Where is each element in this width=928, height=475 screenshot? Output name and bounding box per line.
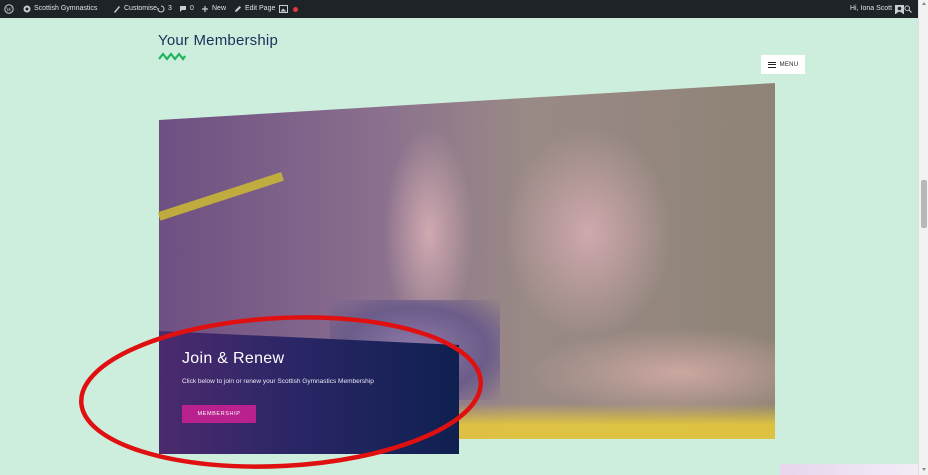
image-icon: [279, 5, 288, 13]
cta-description: Click below to join or renew your Scotti…: [182, 378, 374, 385]
zigzag-divider: [158, 52, 186, 61]
menu-button[interactable]: MENU: [761, 55, 805, 74]
updates-count: 3: [168, 5, 172, 12]
svg-text:W: W: [6, 7, 12, 13]
hero-ribbon: [158, 172, 284, 221]
menu-icon: [767, 61, 776, 68]
admin-bar: W Scottish Gymnastics Customise 3 0 New …: [0, 0, 918, 18]
greeting-label: Hi, Iona Scott: [850, 5, 893, 12]
edit-page-label: Edit Page: [245, 5, 276, 12]
edit-page-link[interactable]: Edit Page: [234, 0, 275, 18]
comments-icon: [180, 6, 186, 12]
pencil-icon: [235, 6, 241, 12]
customise-link[interactable]: Customise: [113, 0, 157, 18]
scroll-down-icon[interactable]: [922, 468, 926, 471]
customise-label: Customise: [124, 5, 158, 12]
new-link[interactable]: New: [201, 0, 226, 18]
wordpress-icon: W: [4, 4, 14, 14]
page-frame: W Scottish Gymnastics Customise 3 0 New …: [0, 0, 918, 475]
image-link[interactable]: [279, 0, 288, 18]
site-name-link[interactable]: Scottish Gymnastics: [23, 0, 97, 18]
avatar-icon: [895, 4, 905, 14]
page-title: Your Membership: [158, 32, 279, 49]
footer-strip: [780, 464, 918, 475]
cta-title: Join & Renew: [182, 350, 285, 367]
page-scrollbar[interactable]: [918, 0, 928, 475]
dashboard-icon: [23, 5, 31, 13]
new-label: New: [212, 5, 227, 12]
scroll-thumb[interactable]: [921, 180, 927, 228]
site-name: Scottish Gymnastics: [34, 5, 98, 12]
menu-label: MENU: [779, 61, 799, 68]
record-icon: [293, 6, 298, 12]
wordpress-menu[interactable]: W: [4, 0, 14, 18]
plus-icon: [202, 6, 208, 12]
join-renew-card: Join & Renew Click below to join or rene…: [159, 331, 459, 454]
scroll-up-icon[interactable]: [922, 2, 926, 5]
comments-count: 0: [190, 5, 194, 12]
account-link[interactable]: Hi, Iona Scott: [850, 0, 905, 18]
membership-button[interactable]: MEMBERSHIP: [182, 405, 256, 423]
updates-icon: [157, 5, 165, 13]
record-indicator[interactable]: [293, 0, 298, 18]
comments-link[interactable]: 0: [179, 0, 194, 18]
brush-icon: [114, 6, 120, 13]
admin-search-button[interactable]: [904, 0, 912, 18]
updates-link[interactable]: 3: [157, 0, 172, 18]
search-icon: [904, 5, 912, 13]
